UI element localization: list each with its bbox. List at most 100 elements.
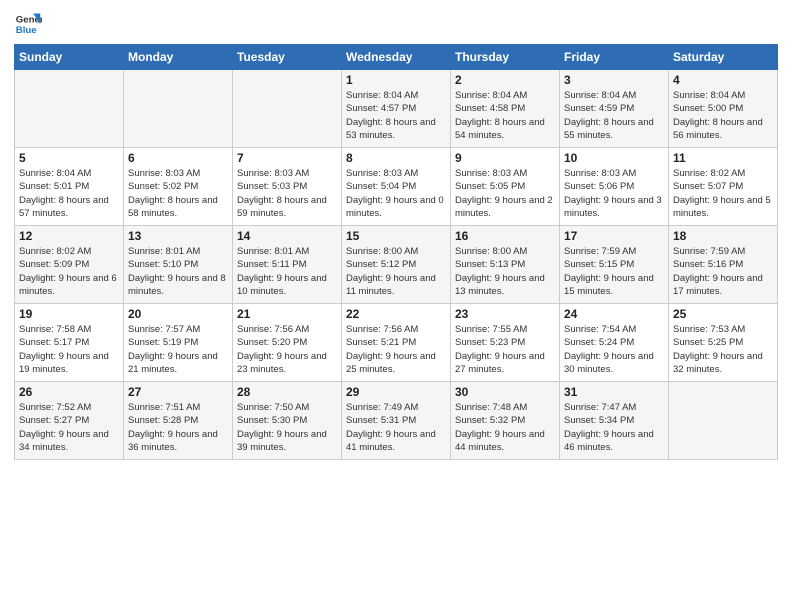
cell-content: Sunrise: 7:54 AM Sunset: 5:24 PM Dayligh…: [564, 323, 664, 376]
calendar-cell: [15, 70, 124, 148]
cell-content: Sunrise: 8:04 AM Sunset: 4:58 PM Dayligh…: [455, 89, 555, 142]
cell-content: Sunrise: 8:01 AM Sunset: 5:11 PM Dayligh…: [237, 245, 337, 298]
calendar-cell: [233, 70, 342, 148]
calendar-cell: 26 Sunrise: 7:52 AM Sunset: 5:27 PM Dayli…: [15, 382, 124, 460]
cell-content: Sunrise: 8:02 AM Sunset: 5:09 PM Dayligh…: [19, 245, 119, 298]
calendar-cell: 18 Sunrise: 7:59 AM Sunset: 5:16 PM Dayli…: [669, 226, 778, 304]
day-header-friday: Friday: [560, 45, 669, 70]
calendar-cell: 17 Sunrise: 7:59 AM Sunset: 5:15 PM Dayli…: [560, 226, 669, 304]
week-row-5: 26 Sunrise: 7:52 AM Sunset: 5:27 PM Dayli…: [15, 382, 778, 460]
day-number: 25: [673, 307, 773, 321]
cell-content: Sunrise: 8:04 AM Sunset: 4:59 PM Dayligh…: [564, 89, 664, 142]
cell-content: Sunrise: 8:04 AM Sunset: 5:01 PM Dayligh…: [19, 167, 119, 220]
svg-text:Blue: Blue: [16, 25, 37, 36]
day-number: 20: [128, 307, 228, 321]
calendar-cell: 23Sunrise: 7:55 AM Sunset: 5:23 PM Dayli…: [451, 304, 560, 382]
week-row-2: 5 Sunrise: 8:04 AM Sunset: 5:01 PM Daylig…: [15, 148, 778, 226]
calendar-cell: 16Sunrise: 8:00 AM Sunset: 5:13 PM Dayli…: [451, 226, 560, 304]
day-number: 29: [346, 385, 446, 399]
calendar-cell: 14 Sunrise: 8:01 AM Sunset: 5:11 PM Dayli…: [233, 226, 342, 304]
day-number: 10: [564, 151, 664, 165]
day-number: 22: [346, 307, 446, 321]
day-number: 18: [673, 229, 773, 243]
cell-content: Sunrise: 8:00 AM Sunset: 5:13 PM Dayligh…: [455, 245, 555, 298]
day-number: 4: [673, 73, 773, 87]
calendar-cell: 5 Sunrise: 8:04 AM Sunset: 5:01 PM Daylig…: [15, 148, 124, 226]
logo: General Blue: [14, 10, 46, 38]
calendar-cell: 3 Sunrise: 8:04 AM Sunset: 4:59 PM Daylig…: [560, 70, 669, 148]
day-number: 28: [237, 385, 337, 399]
calendar-container: General Blue SundayMondayTuesdayWednesda…: [0, 0, 792, 466]
cell-content: Sunrise: 7:56 AM Sunset: 5:20 PM Dayligh…: [237, 323, 337, 376]
day-number: 1: [346, 73, 446, 87]
cell-content: Sunrise: 7:53 AM Sunset: 5:25 PM Dayligh…: [673, 323, 773, 376]
day-number: 27: [128, 385, 228, 399]
cell-content: Sunrise: 7:48 AM Sunset: 5:32 PM Dayligh…: [455, 401, 555, 454]
day-number: 31: [564, 385, 664, 399]
week-row-3: 12 Sunrise: 8:02 AM Sunset: 5:09 PM Dayli…: [15, 226, 778, 304]
cell-content: Sunrise: 8:04 AM Sunset: 5:00 PM Dayligh…: [673, 89, 773, 142]
calendar-cell: 27 Sunrise: 7:51 AM Sunset: 5:28 PM Dayli…: [124, 382, 233, 460]
calendar-cell: 9Sunrise: 8:03 AM Sunset: 5:05 PM Daylig…: [451, 148, 560, 226]
calendar-cell: 2 Sunrise: 8:04 AM Sunset: 4:58 PM Daylig…: [451, 70, 560, 148]
week-row-1: 1 Sunrise: 8:04 AM Sunset: 4:57 PM Daylig…: [15, 70, 778, 148]
calendar-cell: 30 Sunrise: 7:48 AM Sunset: 5:32 PM Dayli…: [451, 382, 560, 460]
day-number: 13: [128, 229, 228, 243]
day-header-saturday: Saturday: [669, 45, 778, 70]
cell-content: Sunrise: 7:51 AM Sunset: 5:28 PM Dayligh…: [128, 401, 228, 454]
cell-content: Sunrise: 7:50 AM Sunset: 5:30 PM Dayligh…: [237, 401, 337, 454]
cell-content: Sunrise: 8:01 AM Sunset: 5:10 PM Dayligh…: [128, 245, 228, 298]
day-number: 12: [19, 229, 119, 243]
calendar-cell: 28 Sunrise: 7:50 AM Sunset: 5:30 PM Dayli…: [233, 382, 342, 460]
calendar-cell: [669, 382, 778, 460]
day-number: 11: [673, 151, 773, 165]
calendar-cell: 4 Sunrise: 8:04 AM Sunset: 5:00 PM Daylig…: [669, 70, 778, 148]
cell-content: Sunrise: 8:03 AM Sunset: 5:04 PM Dayligh…: [346, 167, 446, 220]
cell-content: Sunrise: 7:58 AM Sunset: 5:17 PM Dayligh…: [19, 323, 119, 376]
calendar-cell: 31 Sunrise: 7:47 AM Sunset: 5:34 PM Dayli…: [560, 382, 669, 460]
day-number: 3: [564, 73, 664, 87]
calendar-cell: 13 Sunrise: 8:01 AM Sunset: 5:10 PM Dayli…: [124, 226, 233, 304]
day-number: 19: [19, 307, 119, 321]
day-number: 2: [455, 73, 555, 87]
cell-content: Sunrise: 8:03 AM Sunset: 5:02 PM Dayligh…: [128, 167, 228, 220]
cell-content: Sunrise: 7:55 AM Sunset: 5:23 PM Dayligh…: [455, 323, 555, 376]
calendar-cell: 29 Sunrise: 7:49 AM Sunset: 5:31 PM Dayli…: [342, 382, 451, 460]
calendar-cell: 6Sunrise: 8:03 AM Sunset: 5:02 PM Daylig…: [124, 148, 233, 226]
calendar-cell: [124, 70, 233, 148]
calendar-cell: 7 Sunrise: 8:03 AM Sunset: 5:03 PM Daylig…: [233, 148, 342, 226]
day-number: 24: [564, 307, 664, 321]
day-number: 5: [19, 151, 119, 165]
day-number: 17: [564, 229, 664, 243]
day-number: 14: [237, 229, 337, 243]
day-number: 21: [237, 307, 337, 321]
day-header-thursday: Thursday: [451, 45, 560, 70]
day-number: 26: [19, 385, 119, 399]
calendar-cell: 1 Sunrise: 8:04 AM Sunset: 4:57 PM Daylig…: [342, 70, 451, 148]
day-number: 7: [237, 151, 337, 165]
cell-content: Sunrise: 7:59 AM Sunset: 5:16 PM Dayligh…: [673, 245, 773, 298]
day-number: 9: [455, 151, 555, 165]
cell-content: Sunrise: 7:47 AM Sunset: 5:34 PM Dayligh…: [564, 401, 664, 454]
logo-icon: General Blue: [14, 10, 42, 38]
cell-content: Sunrise: 8:03 AM Sunset: 5:03 PM Dayligh…: [237, 167, 337, 220]
cell-content: Sunrise: 8:00 AM Sunset: 5:12 PM Dayligh…: [346, 245, 446, 298]
cell-content: Sunrise: 7:56 AM Sunset: 5:21 PM Dayligh…: [346, 323, 446, 376]
cell-content: Sunrise: 7:49 AM Sunset: 5:31 PM Dayligh…: [346, 401, 446, 454]
cell-content: Sunrise: 7:52 AM Sunset: 5:27 PM Dayligh…: [19, 401, 119, 454]
cell-content: Sunrise: 8:02 AM Sunset: 5:07 PM Dayligh…: [673, 167, 773, 220]
calendar-cell: 11 Sunrise: 8:02 AM Sunset: 5:07 PM Dayli…: [669, 148, 778, 226]
day-number: 30: [455, 385, 555, 399]
cell-content: Sunrise: 8:04 AM Sunset: 4:57 PM Dayligh…: [346, 89, 446, 142]
calendar-cell: 10Sunrise: 8:03 AM Sunset: 5:06 PM Dayli…: [560, 148, 669, 226]
calendar-cell: 22 Sunrise: 7:56 AM Sunset: 5:21 PM Dayli…: [342, 304, 451, 382]
calendar-cell: 25 Sunrise: 7:53 AM Sunset: 5:25 PM Dayli…: [669, 304, 778, 382]
calendar-table: SundayMondayTuesdayWednesdayThursdayFrid…: [14, 44, 778, 460]
day-header-sunday: Sunday: [15, 45, 124, 70]
week-row-4: 19 Sunrise: 7:58 AM Sunset: 5:17 PM Dayli…: [15, 304, 778, 382]
cell-content: Sunrise: 7:59 AM Sunset: 5:15 PM Dayligh…: [564, 245, 664, 298]
calendar-cell: 12 Sunrise: 8:02 AM Sunset: 5:09 PM Dayli…: [15, 226, 124, 304]
calendar-cell: 8Sunrise: 8:03 AM Sunset: 5:04 PM Daylig…: [342, 148, 451, 226]
day-header-tuesday: Tuesday: [233, 45, 342, 70]
day-header-wednesday: Wednesday: [342, 45, 451, 70]
